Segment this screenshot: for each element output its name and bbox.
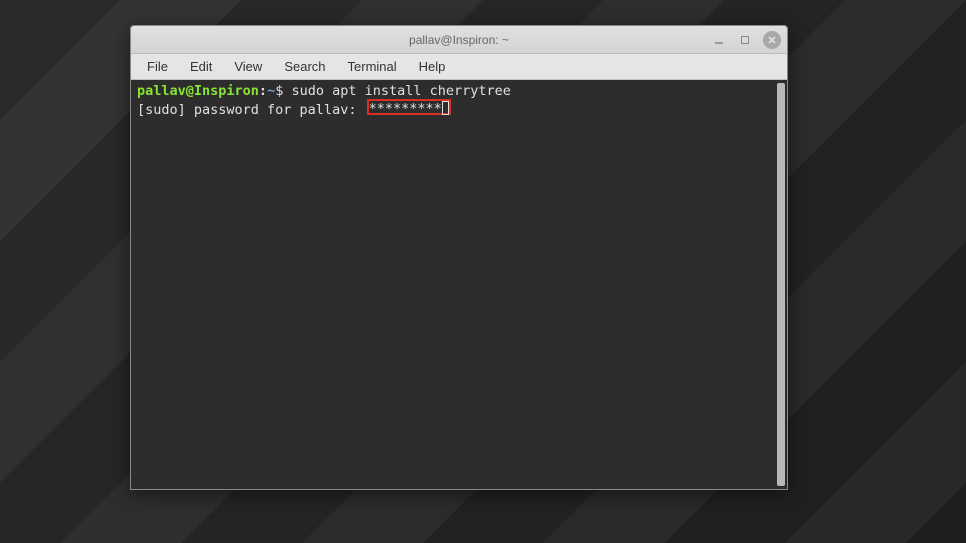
- prompt-path: ~: [267, 83, 275, 99]
- window-title: pallav@Inspiron: ~: [409, 33, 509, 47]
- maximize-icon: [740, 35, 750, 45]
- minimize-icon: [714, 35, 724, 45]
- menu-file[interactable]: File: [137, 55, 178, 78]
- close-button[interactable]: [763, 31, 781, 49]
- menu-search[interactable]: Search: [274, 55, 335, 78]
- minimize-button[interactable]: [711, 32, 727, 48]
- close-icon: [767, 35, 777, 45]
- terminal-window: pallav@Inspiron: ~ File Edit View Search…: [130, 25, 788, 490]
- password-highlight-box: *********: [367, 99, 451, 115]
- command-text: sudo apt install cherrytree: [291, 83, 510, 99]
- menu-help[interactable]: Help: [409, 55, 456, 78]
- password-masked: *********: [369, 101, 442, 117]
- titlebar[interactable]: pallav@Inspiron: ~: [131, 26, 787, 54]
- terminal-line-2: [sudo] password for pallav: *********: [137, 100, 781, 119]
- menu-terminal[interactable]: Terminal: [338, 55, 407, 78]
- prompt-user-host: pallav@Inspiron: [137, 83, 259, 99]
- sudo-password-prompt: [sudo] password for pallav:: [137, 102, 365, 118]
- menubar: File Edit View Search Terminal Help: [131, 54, 787, 80]
- terminal-line-1: pallav@Inspiron:~$ sudo apt install cher…: [137, 83, 781, 100]
- scrollbar[interactable]: [777, 83, 785, 486]
- menu-edit[interactable]: Edit: [180, 55, 222, 78]
- terminal-cursor: [442, 101, 449, 115]
- maximize-button[interactable]: [737, 32, 753, 48]
- terminal-body[interactable]: pallav@Inspiron:~$ sudo apt install cher…: [131, 80, 787, 489]
- window-controls: [711, 31, 781, 49]
- menu-view[interactable]: View: [224, 55, 272, 78]
- prompt-separator: :: [259, 83, 267, 99]
